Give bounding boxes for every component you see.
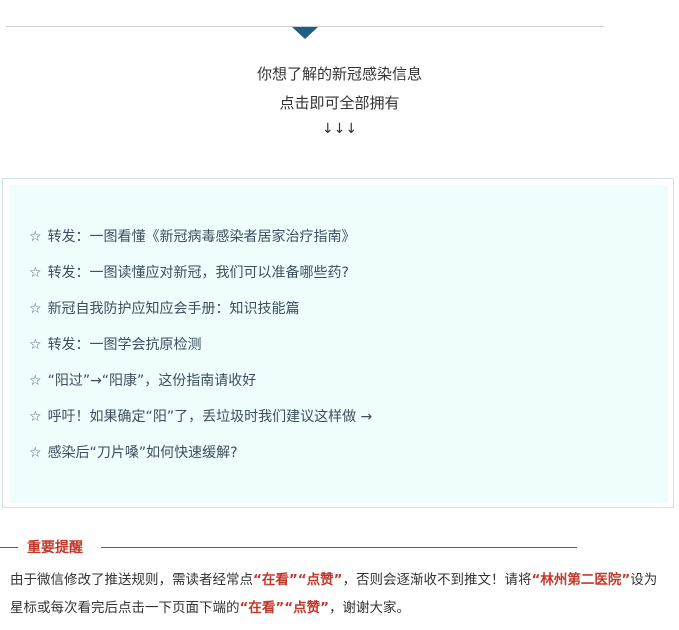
notice-heading: 重要提醒 [0,538,580,558]
notice-line-left [0,547,18,548]
star-icon: ☆ [29,229,42,245]
notice-highlight-2: “林州第二医院” [531,572,631,588]
article-link[interactable]: ☆ 转发：一图学会抗原检测 [29,327,372,363]
article-link-label[interactable]: 转发：一图看懂《新冠病毒感染者居家治疗指南》 [48,229,356,245]
down-arrows-icon: ↓↓↓ [321,121,358,137]
notice-highlight-3: “在看”“点赞” [239,600,330,616]
notice-highlight-1: “在看”“点赞” [253,572,343,588]
article-link-label[interactable]: 转发：一图读懂应对新冠，我们可以准备哪些药? [48,265,349,281]
article-link[interactable]: ☆ 新冠自我防护应知应会手册：知识技能篇 [29,291,372,327]
article-link[interactable]: ☆ 感染后“刀片嗓”如何快速缓解? [29,435,372,471]
star-icon: ☆ [29,301,42,317]
star-icon: ☆ [29,373,42,389]
article-link-label[interactable]: 新冠自我防护应知应会手册：知识技能篇 [48,301,300,317]
article-link[interactable]: ☆ “阳过”→“阳康”，这份指南请收好 [29,363,372,399]
article-links-panel: ☆ 转发：一图看懂《新冠病毒感染者居家治疗指南》 ☆ 转发：一图读懂应对新冠，我们可… [2,178,674,508]
article-link-list: ☆ 转发：一图看懂《新冠病毒感染者居家治疗指南》 ☆ 转发：一图读懂应对新冠，我们可… [29,219,372,471]
star-icon: ☆ [29,265,42,281]
star-icon: ☆ [29,445,42,461]
article-link-label[interactable]: 转发：一图学会抗原检测 [48,337,202,353]
notice-text: 由于微信修改了推送规则，需读者经常点“在看”“点赞”，否则会逐渐收不到推文！请将… [10,566,670,622]
notice-line-right [101,547,577,548]
intro-line-2: 点击即可全部拥有 [279,94,400,112]
star-icon: ☆ [29,409,42,425]
article-links-background: ☆ 转发：一图看懂《新冠病毒感染者居家治疗指南》 ☆ 转发：一图读懂应对新冠，我们可… [10,185,668,503]
notice-text-1: 由于微信修改了推送规则，需读者经常点 [10,572,253,588]
triangle-down-icon [292,27,318,39]
article-link-label[interactable]: “阳过”→“阳康”，这份指南请收好 [48,373,257,389]
notice-text-4: ，谢谢大家。 [329,600,410,616]
intro-line-1: 你想了解的新冠感染信息 [256,65,422,83]
article-link[interactable]: ☆ 呼吁！如果确定“阳”了，丢垃圾时我们建议这样做 → [29,399,372,435]
article-link[interactable]: ☆ 转发：一图看懂《新冠病毒感染者居家治疗指南》 [29,219,372,255]
notice-text-2: ，否则会逐渐收不到推文！请将 [342,572,532,588]
article-link[interactable]: ☆ 转发：一图读懂应对新冠，我们可以准备哪些药? [29,255,372,291]
notice-title: 重要提醒 [27,540,83,556]
star-icon: ☆ [29,337,42,353]
article-link-label[interactable]: 感染后“刀片嗓”如何快速缓解? [48,445,238,461]
article-link-label[interactable]: 呼吁！如果确定“阳”了，丢垃圾时我们建议这样做 → [48,409,373,425]
